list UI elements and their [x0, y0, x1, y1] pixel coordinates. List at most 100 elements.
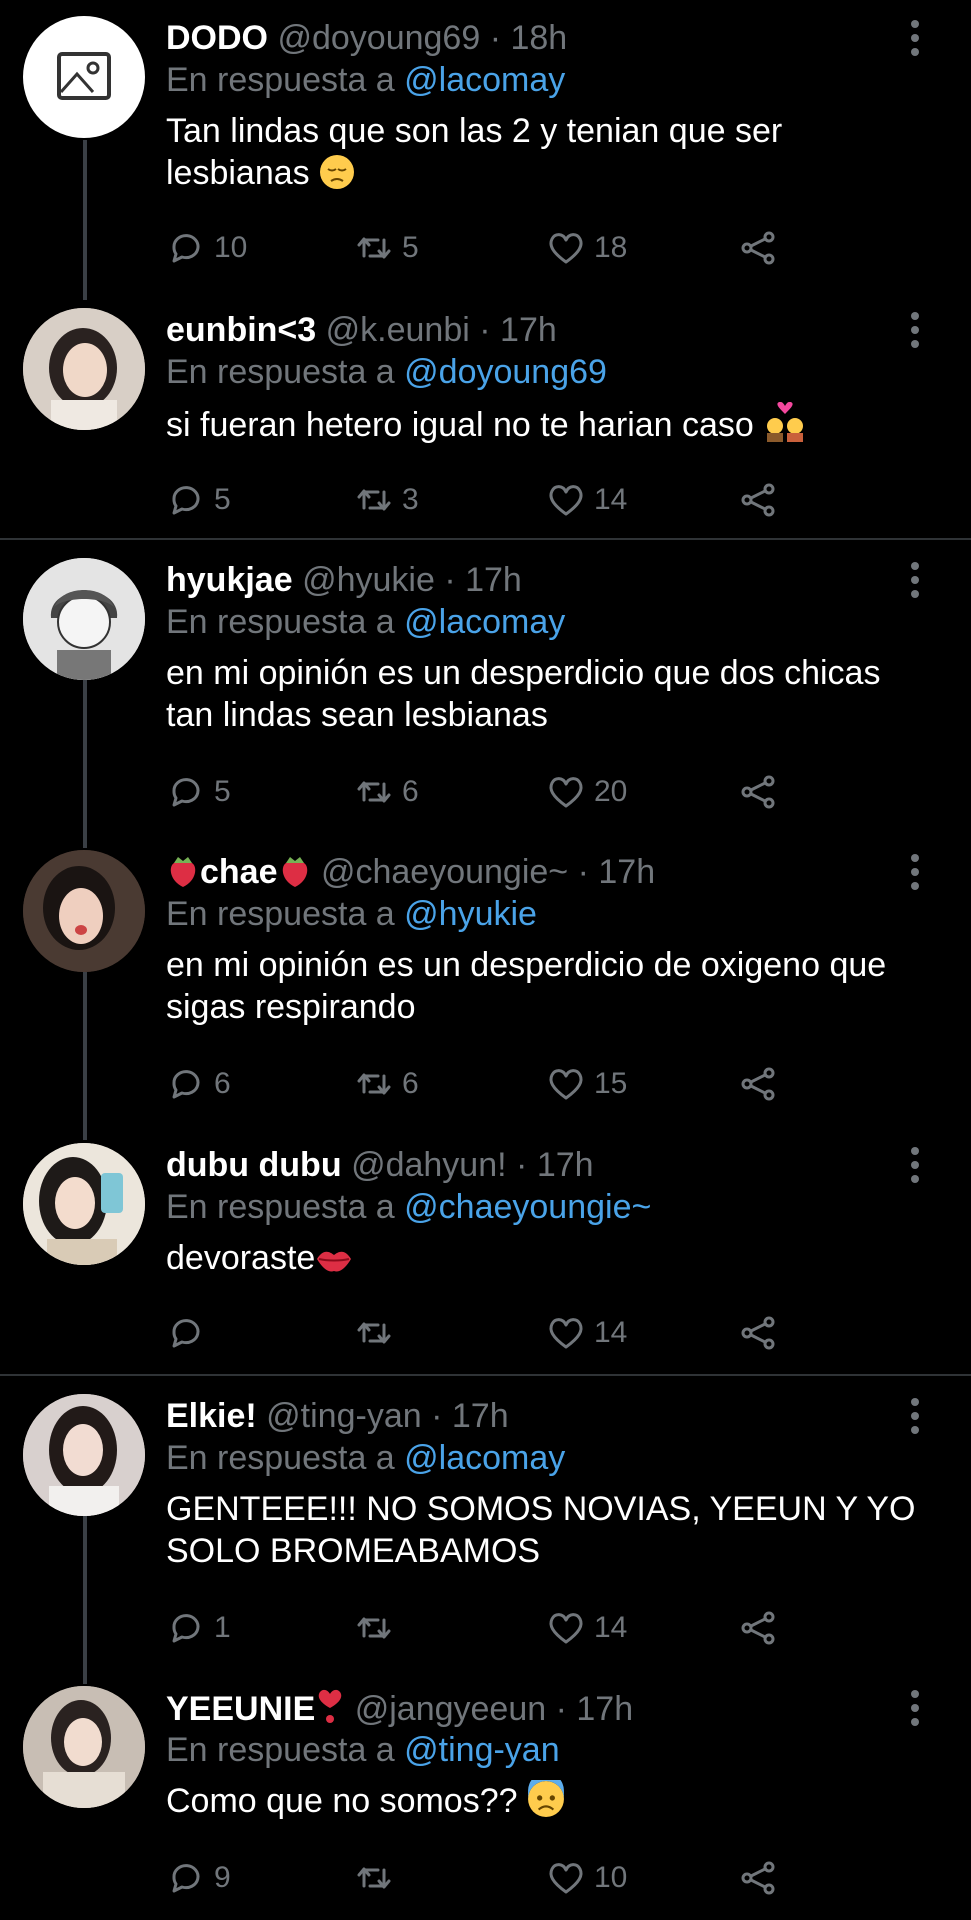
couple-with-heart-icon [767, 402, 804, 442]
retweet-button[interactable] [354, 1856, 402, 1900]
reply-mention[interactable]: @hyukie [404, 895, 537, 933]
reply-mention[interactable]: @lacomay [404, 603, 565, 641]
like-button[interactable]: 14 [546, 1606, 627, 1650]
tweet-text-content: GENTEEE!!! NO SOMOS NOVIAS, YEEUN Y YO S… [166, 1490, 916, 1570]
share-button[interactable] [738, 1606, 778, 1650]
share-button[interactable] [738, 1062, 778, 1106]
tweet-actions: 6 6 15 [166, 1062, 806, 1106]
heart-icon [549, 233, 583, 264]
reply-mention[interactable]: @lacomay [404, 1439, 565, 1477]
retweet-button[interactable]: 6 [354, 1062, 419, 1106]
retweet-button[interactable]: 5 [354, 226, 419, 270]
heart-icon [549, 1069, 583, 1100]
retweet-icon [357, 1867, 391, 1889]
timestamp[interactable]: 17h [598, 853, 655, 891]
display-name[interactable]: YEEUNIE [166, 1690, 315, 1728]
more-options-icon[interactable] [909, 1147, 921, 1183]
tweet-text: si fueran hetero igual no te harian caso [166, 402, 926, 446]
avatar[interactable] [23, 850, 145, 972]
more-options-icon[interactable] [909, 1398, 921, 1434]
reply-button[interactable] [166, 1311, 214, 1355]
user-handle[interactable]: @k.eunbi [326, 311, 470, 349]
tweet-text: en mi opinión es un desperdicio que dos … [166, 652, 926, 736]
like-button[interactable]: 15 [546, 1062, 627, 1106]
thread-line [83, 680, 87, 848]
retweet-button[interactable] [354, 1311, 402, 1355]
display-name[interactable]: eunbin<3 [166, 311, 316, 349]
display-name[interactable]: Elkie! [166, 1397, 257, 1435]
avatar[interactable] [23, 308, 145, 430]
reply-mention[interactable]: @chaeyoungie~ [404, 1188, 651, 1226]
avatar[interactable] [23, 558, 145, 680]
tweet-text-content: Como que no somos?? [166, 1782, 518, 1820]
timestamp[interactable]: 17h [537, 1146, 594, 1184]
user-handle[interactable]: @ting-yan [266, 1397, 421, 1435]
reply-button[interactable]: 9 [166, 1856, 231, 1900]
reply-prefix: En respuesta a [166, 1188, 395, 1226]
timestamp[interactable]: 17h [576, 1690, 633, 1728]
retweet-button[interactable]: 3 [354, 478, 419, 522]
like-button[interactable]: 10 [546, 1856, 627, 1900]
display-name[interactable]: DODO [166, 19, 268, 57]
like-button[interactable]: 14 [546, 478, 627, 522]
tweet-text: Como que no somos?? [166, 1780, 926, 1822]
separator: · [577, 853, 589, 891]
like-button[interactable]: 14 [546, 1311, 627, 1355]
reply-button[interactable]: 5 [166, 770, 231, 814]
user-handle[interactable]: @chaeyoungie~ [321, 853, 568, 891]
reply-count: 9 [214, 1861, 231, 1894]
like-button[interactable]: 20 [546, 770, 627, 814]
share-icon [741, 775, 775, 809]
reply-button[interactable]: 5 [166, 478, 231, 522]
timestamp[interactable]: 17h [500, 311, 557, 349]
avatar[interactable] [23, 1686, 145, 1808]
strawberry-icon [282, 857, 307, 887]
share-button[interactable] [738, 1311, 778, 1355]
user-handle[interactable]: @jangyeeun [355, 1690, 546, 1728]
more-options-icon[interactable] [909, 562, 921, 598]
display-name[interactable]: hyukjae [166, 561, 293, 599]
avatar[interactable] [23, 1394, 145, 1516]
divider [0, 538, 971, 540]
reply-mention[interactable]: @doyoung69 [404, 353, 607, 391]
reply-count: 6 [214, 1067, 231, 1100]
reply-mention[interactable]: @ting-yan [404, 1731, 559, 1769]
reply-mention[interactable]: @lacomay [404, 61, 565, 99]
avatar[interactable] [23, 1143, 145, 1265]
retweet-button[interactable]: 6 [354, 770, 419, 814]
reply-count: 1 [214, 1611, 231, 1644]
divider [0, 1374, 971, 1376]
like-count: 14 [594, 1316, 628, 1349]
share-button[interactable] [738, 478, 778, 522]
like-count: 10 [594, 1861, 628, 1894]
like-button[interactable]: 18 [546, 226, 627, 270]
reply-count: 10 [214, 231, 248, 264]
more-options-icon[interactable] [909, 20, 921, 56]
reply-icon [172, 1319, 200, 1348]
tweet-header: chae @chaeyoungie~ · 17h [166, 852, 655, 892]
more-options-icon[interactable] [909, 854, 921, 890]
like-count: 18 [594, 231, 628, 264]
display-name[interactable]: chae [200, 853, 278, 891]
share-button[interactable] [738, 1856, 778, 1900]
user-handle[interactable]: @hyukie [302, 561, 435, 599]
user-handle[interactable]: @doyoung69 [277, 19, 480, 57]
timestamp[interactable]: 17h [465, 561, 522, 599]
share-button[interactable] [738, 770, 778, 814]
retweet-button[interactable] [354, 1606, 402, 1650]
more-options-icon[interactable] [909, 1690, 921, 1726]
display-name[interactable]: dubu dubu [166, 1146, 342, 1184]
reply-button[interactable]: 1 [166, 1606, 231, 1650]
timestamp[interactable]: 17h [452, 1397, 509, 1435]
reply-button[interactable]: 6 [166, 1062, 231, 1106]
share-button[interactable] [738, 226, 778, 270]
reply-prefix: En respuesta a [166, 61, 395, 99]
avatar-placeholder-icon[interactable] [23, 16, 145, 138]
more-options-icon[interactable] [909, 312, 921, 348]
timestamp[interactable]: 18h [510, 19, 567, 57]
reply-button[interactable]: 10 [166, 226, 247, 270]
heart-icon [549, 1613, 583, 1644]
reply-icon [172, 234, 200, 263]
retweet-count: 3 [402, 483, 419, 516]
user-handle[interactable]: @dahyun! [351, 1146, 507, 1184]
